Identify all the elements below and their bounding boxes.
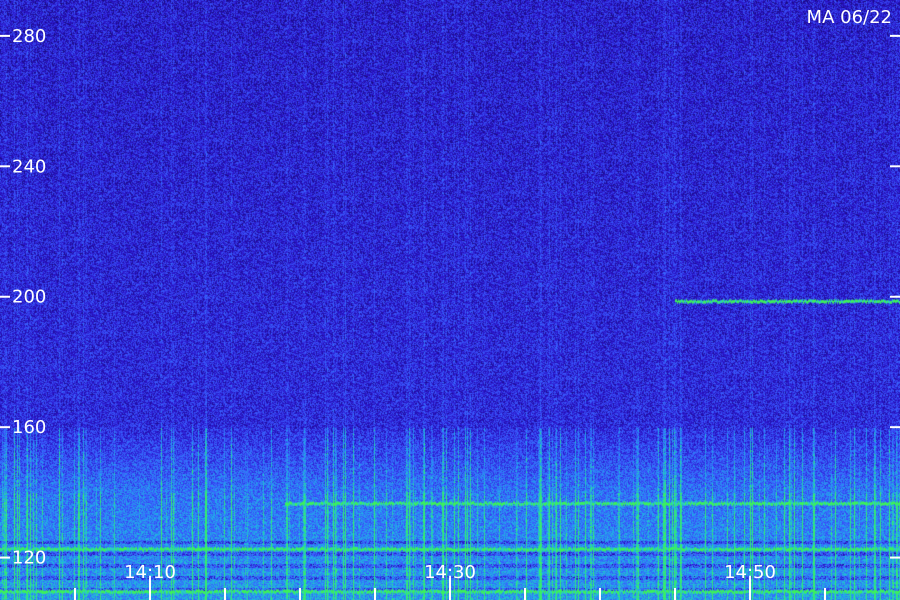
y-tick-label: 160: [12, 417, 46, 438]
y-tick-label: 280: [12, 26, 46, 47]
x-tick-label: 14:10: [124, 562, 176, 583]
axes-overlay: 120 160 200 240 280 14:10 14:30 14:50 MA 06/22: [0, 7, 900, 600]
y-tick-label: 240: [12, 156, 46, 177]
spectrogram-panel: 120 160 200 240 280 14:10 14:30 14:50 MA 06/22: [0, 0, 900, 600]
x-tick-label: 14:50: [724, 562, 776, 583]
station-label: MA 06/22: [807, 7, 892, 28]
x-tick-label: 14:30: [424, 562, 476, 583]
y-tick-label: 120: [12, 548, 46, 569]
y-tick-label: 200: [12, 287, 46, 308]
